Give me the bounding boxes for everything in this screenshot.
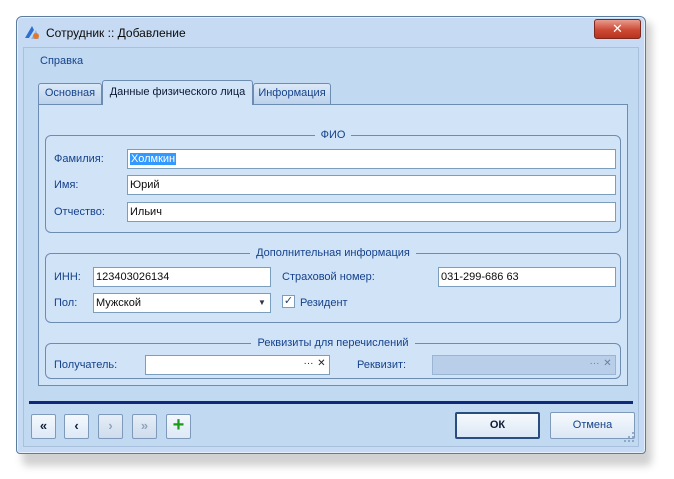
additional-info-group: Дополнительная информация ИНН: 123403026… xyxy=(45,247,621,323)
surname-input[interactable]: Холмкин xyxy=(127,149,616,169)
chevron-down-icon[interactable]: ▼ xyxy=(255,295,269,311)
recipient-input[interactable]: ··· ✕ xyxy=(145,355,330,375)
surname-label: Фамилия: xyxy=(54,153,104,165)
double-chevron-right-icon: » xyxy=(140,418,149,433)
title-bar[interactable]: Сотрудник :: Добавление ✕ xyxy=(17,17,645,47)
additional-info-title: Дополнительная информация xyxy=(250,247,416,259)
resident-checkbox[interactable]: ✓ xyxy=(282,295,295,308)
chevron-left-icon: ‹ xyxy=(74,418,79,433)
double-chevron-left-icon: « xyxy=(39,418,48,433)
requisites-group: Реквизиты для перечислений Получатель: ·… xyxy=(45,337,621,379)
resident-label: Резидент xyxy=(300,297,348,309)
window-title: Сотрудник :: Добавление xyxy=(46,26,186,40)
last-record-button[interactable]: » xyxy=(132,414,157,439)
tab-information[interactable]: Информация xyxy=(253,83,331,104)
plus-icon: + xyxy=(172,414,185,436)
tab-personal-data[interactable]: Данные физического лица xyxy=(102,80,253,105)
gender-value: Мужской xyxy=(96,297,141,309)
ellipsis-icon: ··· xyxy=(589,358,600,369)
recipient-label: Получатель: xyxy=(54,359,118,371)
next-record-button[interactable]: › xyxy=(98,414,123,439)
separator-line xyxy=(29,401,633,404)
patronymic-input[interactable]: Ильич xyxy=(127,202,616,222)
dialog-window: Сотрудник :: Добавление ✕ Справка Основн… xyxy=(16,16,646,454)
inn-label: ИНН: xyxy=(54,271,81,283)
client-area: Справка Основная Данные физического лица… xyxy=(23,47,639,447)
chevron-right-icon: › xyxy=(108,418,113,433)
close-icon: ✕ xyxy=(612,21,623,36)
fio-group: ФИО Фамилия: Холмкин Имя: Юрий Отчество:… xyxy=(45,129,621,233)
ok-button[interactable]: ОК xyxy=(455,412,540,439)
requisites-title: Реквизиты для перечислений xyxy=(251,337,415,349)
name-input[interactable]: Юрий xyxy=(127,175,616,195)
requisite-label: Реквизит: xyxy=(357,359,407,371)
gender-label: Пол: xyxy=(54,297,78,309)
prev-record-button[interactable]: ‹ xyxy=(64,414,89,439)
gender-select[interactable]: Мужской ▼ xyxy=(93,293,271,313)
add-record-button[interactable]: + xyxy=(166,414,191,439)
tab-main[interactable]: Основная xyxy=(38,83,102,104)
surname-value: Холмкин xyxy=(130,153,177,165)
resize-grip-icon[interactable] xyxy=(624,432,634,442)
insurance-number-label: Страховой номер: xyxy=(282,271,375,283)
app-icon xyxy=(25,26,39,39)
inn-input[interactable]: 123403026134 xyxy=(93,267,271,287)
name-label: Имя: xyxy=(54,179,79,191)
first-record-button[interactable]: « xyxy=(31,414,56,439)
tab-panel: ФИО Фамилия: Холмкин Имя: Юрий Отчество:… xyxy=(38,104,628,386)
ellipsis-icon[interactable]: ··· xyxy=(302,357,315,373)
checkmark-icon: ✓ xyxy=(283,295,294,307)
requisite-input: ··· ✕ xyxy=(432,355,616,375)
clear-icon: ✕ xyxy=(603,358,612,369)
fio-group-title: ФИО xyxy=(314,129,352,141)
patronymic-label: Отчество: xyxy=(54,206,105,218)
menu-help[interactable]: Справка xyxy=(40,55,83,67)
insurance-number-input[interactable]: 031-299-686 63 xyxy=(438,267,616,287)
cancel-button[interactable]: Отмена xyxy=(550,412,635,439)
clear-icon[interactable]: ✕ xyxy=(315,357,328,373)
close-button[interactable]: ✕ xyxy=(594,19,641,39)
